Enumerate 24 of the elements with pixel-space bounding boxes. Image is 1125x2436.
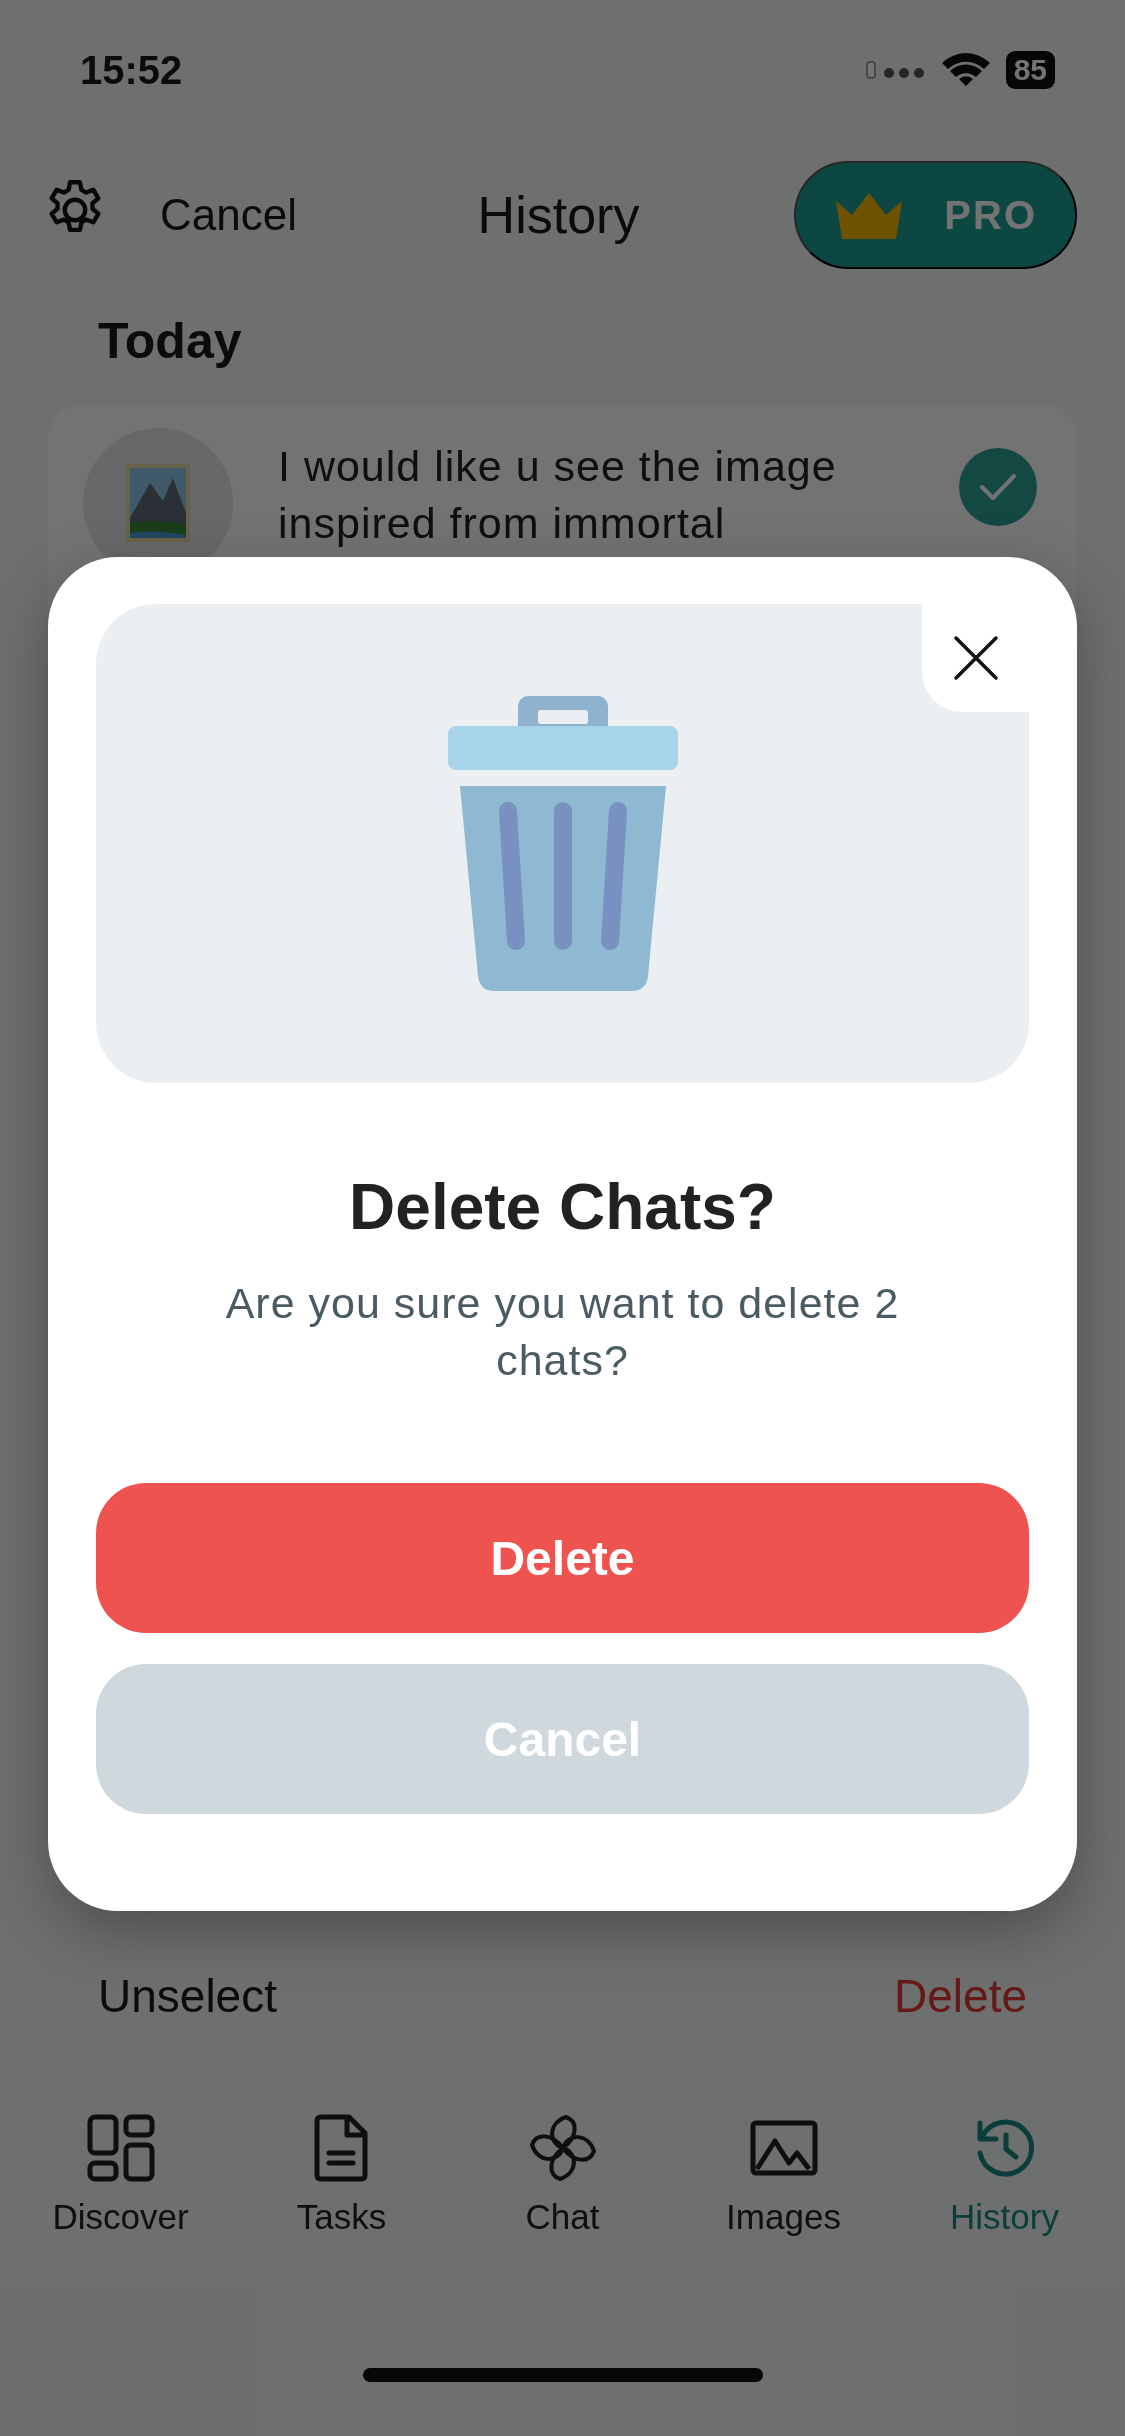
delete-button[interactable]: Delete (96, 1483, 1029, 1633)
page-title: History (477, 185, 640, 245)
status-time: 15:52 (80, 47, 183, 93)
cancel-link[interactable]: Cancel (160, 190, 297, 240)
swirl-icon (527, 2113, 598, 2183)
close-icon (952, 635, 999, 681)
landscape-picture-icon (125, 463, 191, 543)
tab-bar-item[interactable]: Images (673, 2113, 894, 2313)
grid-icon (85, 2113, 156, 2183)
dialog-message: Are you sure you want to delete 2 chats? (224, 1278, 901, 1386)
battery-level: 85 (1005, 51, 1055, 89)
tab-bar-item[interactable]: Tasks (231, 2113, 452, 2313)
delete-link[interactable]: Delete (894, 1969, 1027, 2023)
checkmark-icon (978, 472, 1018, 502)
tab-bar-item[interactable]: Chat (452, 2113, 673, 2313)
tab-bar-item[interactable]: History (894, 2113, 1115, 2313)
signal-icon (865, 60, 926, 80)
tab-bar-item[interactable]: Discover (10, 2113, 231, 2313)
dialog-title: Delete Chats? (349, 1170, 776, 1245)
unselect-link[interactable]: Unselect (98, 1969, 277, 2023)
trash-can-icon (447, 696, 678, 991)
pro-button[interactable]: PRO (794, 161, 1077, 269)
chat-title: I would like u see the image inspired from immortal (278, 441, 838, 549)
section-title: Today (97, 312, 243, 370)
